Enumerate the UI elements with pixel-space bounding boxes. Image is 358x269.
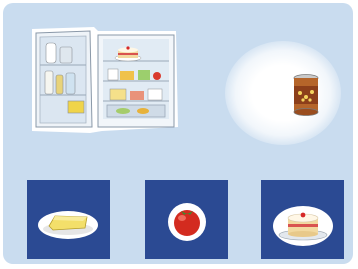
cake-icon [273, 206, 333, 246]
tin-can-icon [293, 74, 319, 116]
choice-tile-tomato[interactable] [145, 180, 228, 259]
target-spotlight [225, 41, 341, 145]
tomato-icon [168, 203, 206, 241]
open-fridge-icon [32, 27, 178, 133]
butter-icon [38, 211, 98, 239]
choice-tile-butter[interactable] [27, 180, 110, 259]
game-board [3, 3, 353, 264]
choice-tile-cake[interactable] [261, 180, 344, 259]
